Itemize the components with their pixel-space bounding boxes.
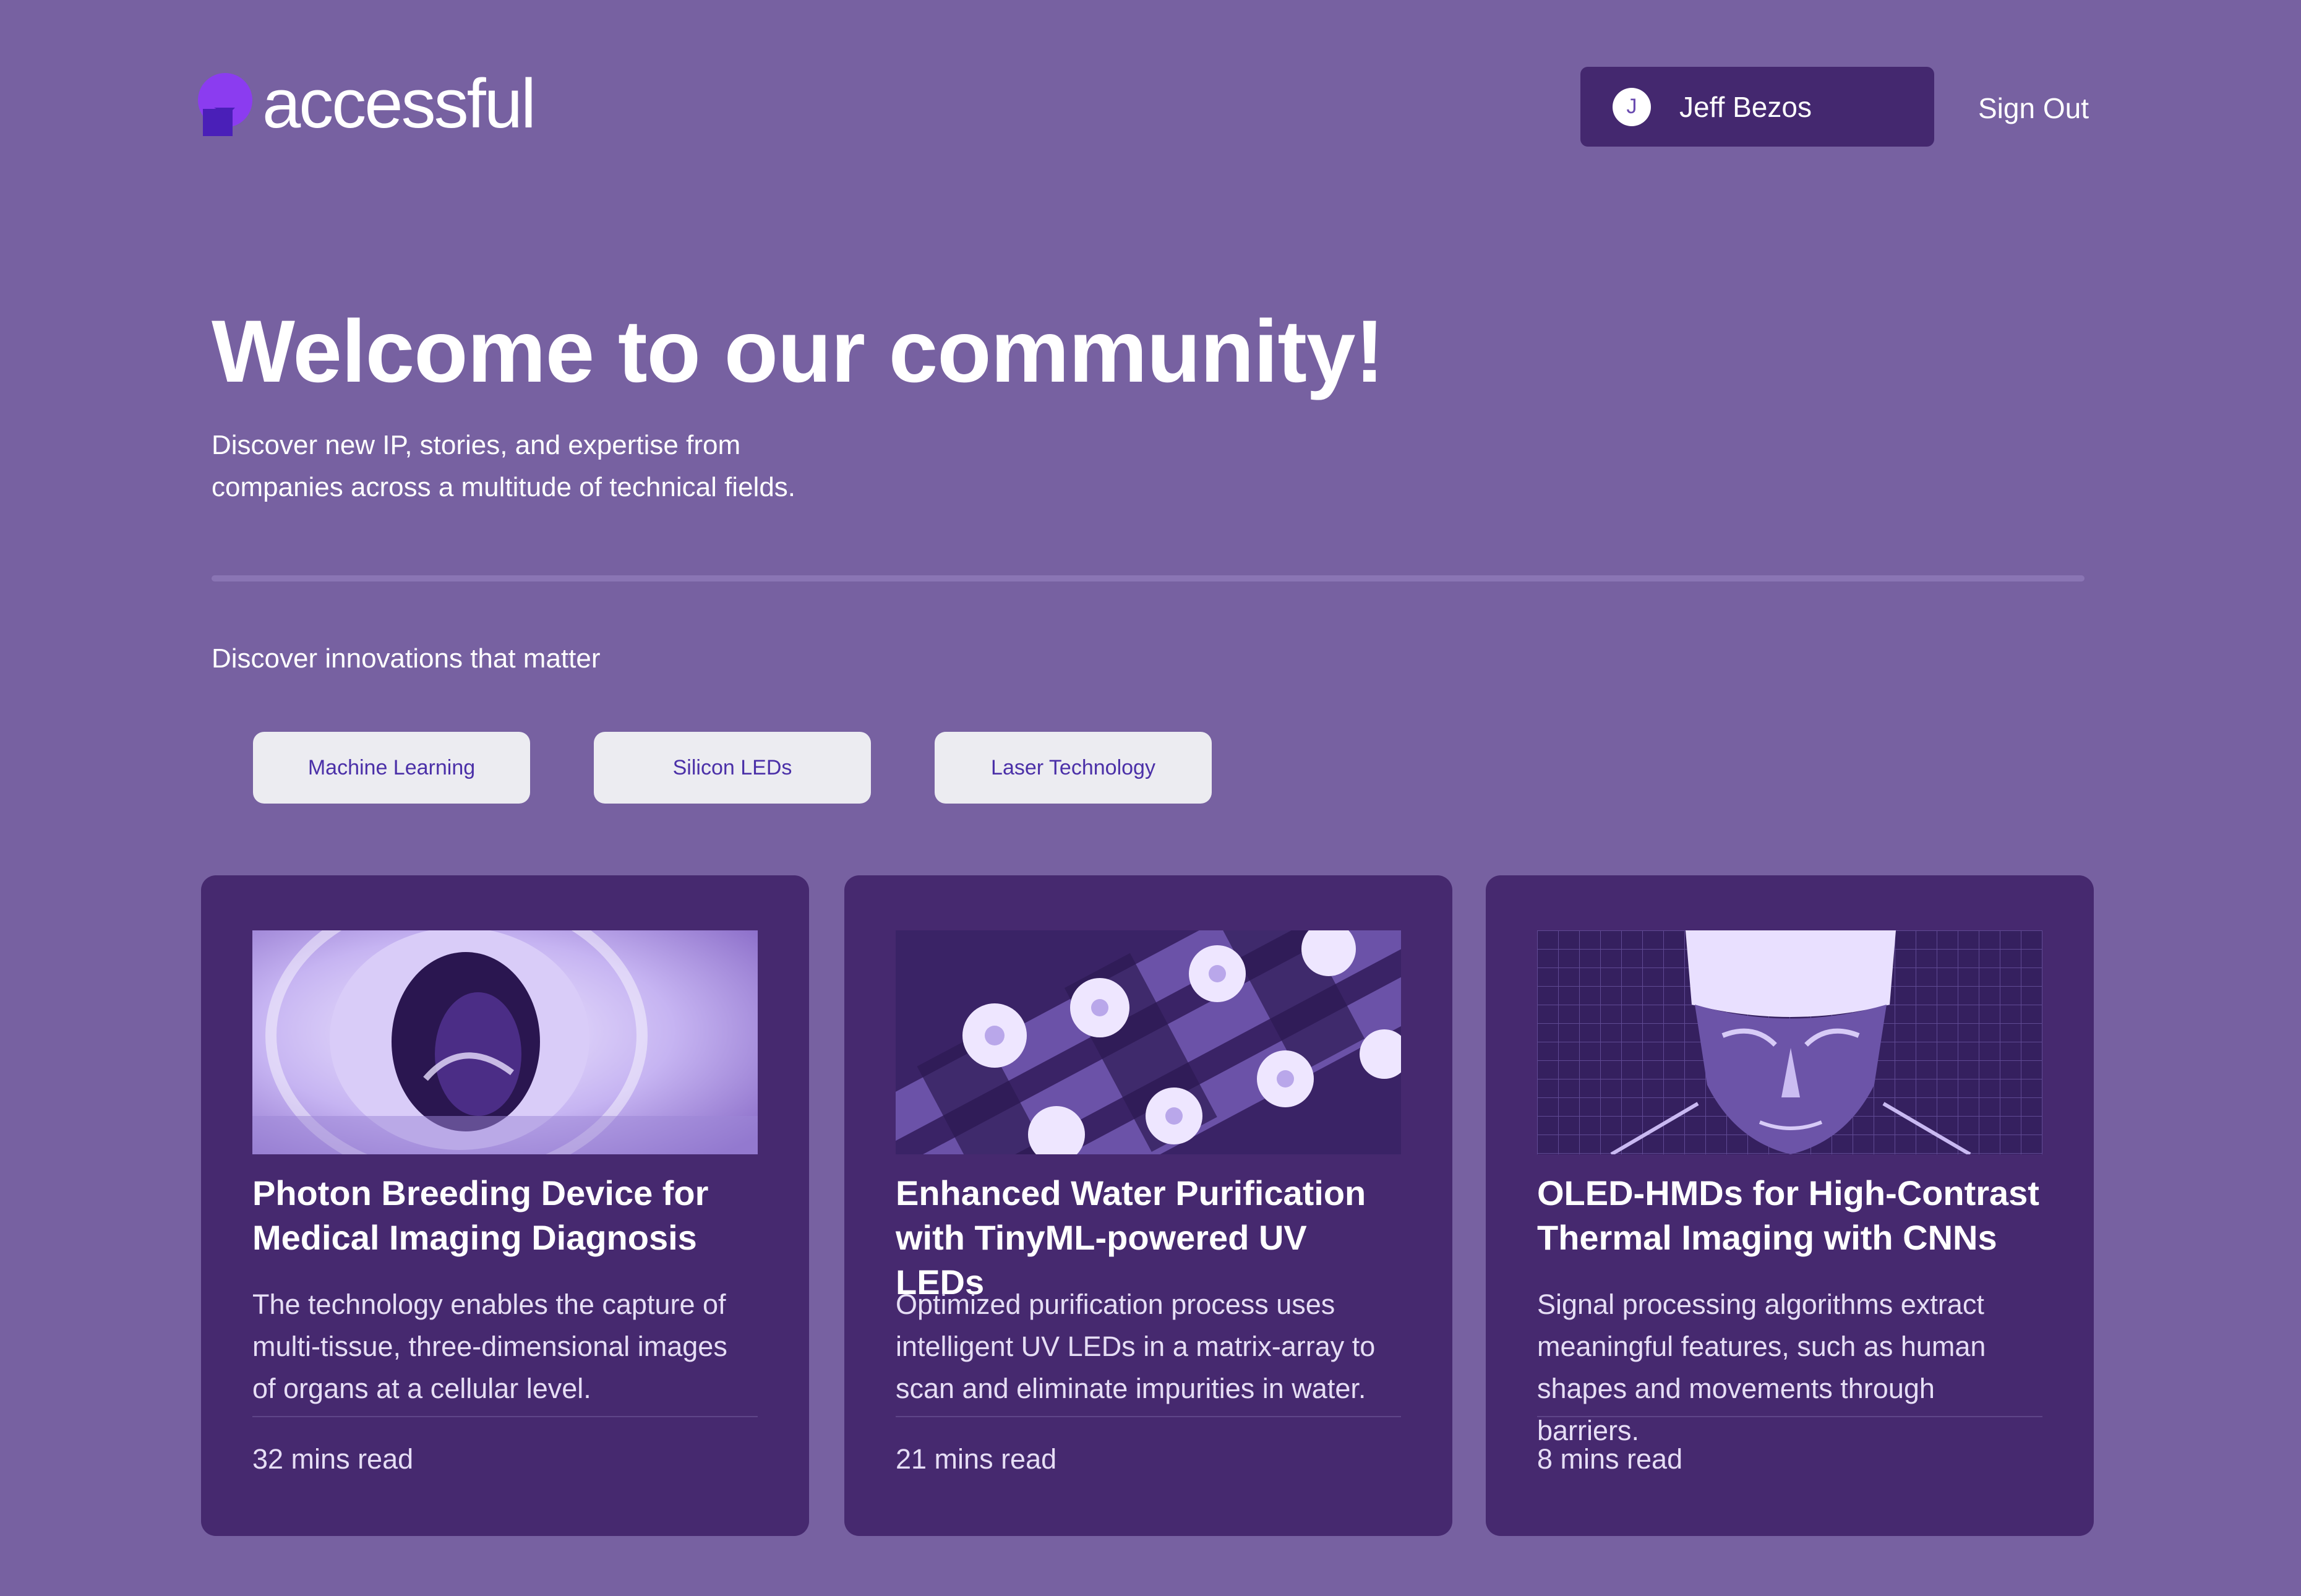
chip-silicon-leds[interactable]: Silicon LEDs xyxy=(594,732,871,804)
article-card[interactable]: Enhanced Water Purification with TinyML-… xyxy=(844,875,1452,1536)
user-menu[interactable]: J Jeff Bezos xyxy=(1580,67,1934,147)
accessful-logo-icon xyxy=(198,73,252,136)
chip-laser-technology[interactable]: Laser Technology xyxy=(935,732,1212,804)
read-time: 32 mins read xyxy=(252,1443,414,1475)
brand-logo[interactable]: accessful xyxy=(197,65,536,142)
card-description: Optimized purification process uses inte… xyxy=(896,1289,1376,1404)
thermal-face-image xyxy=(1537,930,2042,1154)
section-divider xyxy=(212,575,2085,581)
discover-heading: Discover innovations that matter xyxy=(212,643,601,674)
sign-out-link[interactable]: Sign Out xyxy=(1978,92,2089,125)
mri-scanner-image xyxy=(252,930,758,1154)
page-title: Welcome to our community! xyxy=(212,302,1384,401)
card-description: The technology enables the capture of mu… xyxy=(252,1289,727,1404)
chip-machine-learning[interactable]: Machine Learning xyxy=(253,732,530,804)
card-divider xyxy=(896,1416,1401,1417)
avatar: J xyxy=(1613,87,1651,126)
card-description: Signal processing algorithms extract mea… xyxy=(1537,1289,1986,1446)
card-title: OLED-HMDs for High-Contrast Thermal Imag… xyxy=(1537,1173,2039,1257)
card-title: Photon Breeding Device for Medical Imagi… xyxy=(252,1173,709,1257)
led-matrix-image xyxy=(896,930,1401,1154)
page-subtitle: Discover new IP, stories, and expertise … xyxy=(212,430,796,502)
user-name: Jeff Bezos xyxy=(1679,90,1812,123)
logo-wordmark: accessful xyxy=(262,65,536,142)
read-time: 21 mins read xyxy=(896,1443,1057,1475)
article-card[interactable]: Photon Breeding Device for Medical Imagi… xyxy=(201,875,809,1536)
card-divider xyxy=(252,1416,758,1417)
card-divider xyxy=(1537,1416,2042,1417)
article-card[interactable]: OLED-HMDs for High-Contrast Thermal Imag… xyxy=(1486,875,2094,1536)
read-time: 8 mins read xyxy=(1537,1443,1683,1475)
